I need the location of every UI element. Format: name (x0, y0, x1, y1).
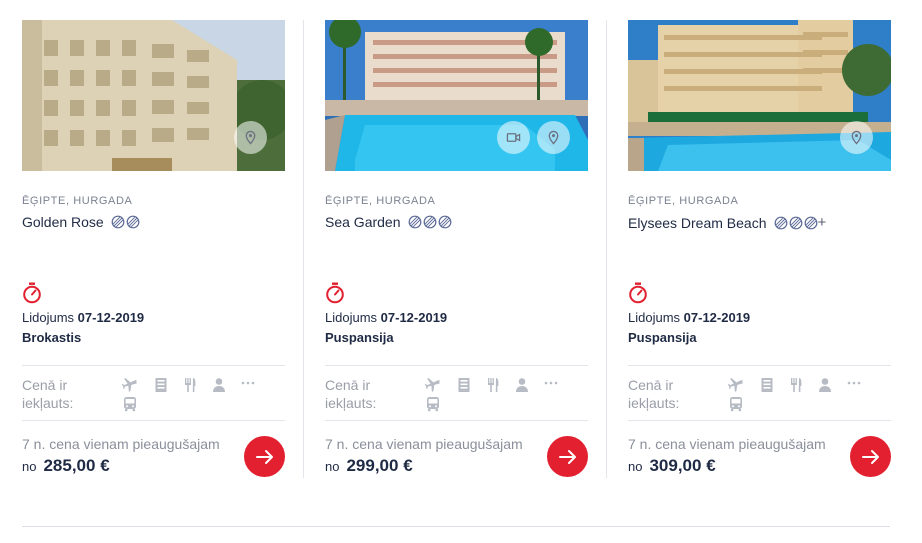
hotel-location: ĒĢIPTE, HURGADA (22, 195, 133, 207)
rating-circle-icon (438, 215, 451, 229)
price: no 285,00 € (22, 456, 110, 475)
price-label: 7 n. cena vienam pieaugušajam (22, 436, 220, 452)
price-value: 299,00 € (346, 456, 413, 475)
bus-icon (427, 397, 439, 412)
map-pin-button[interactable] (234, 121, 267, 154)
hotel-photo[interactable] (325, 20, 588, 171)
video-icon (506, 133, 521, 142)
hotel-name[interactable]: Sea Garden (325, 214, 401, 230)
hotel-photo[interactable] (628, 20, 891, 171)
meals-icon (791, 378, 802, 392)
board-type: Brokastis (22, 330, 82, 345)
rating-circle-icon (408, 215, 421, 229)
map-pin-icon (548, 130, 559, 145)
price-label: 7 n. cena vienam pieaugušajam (628, 436, 826, 452)
hotel-rating (111, 215, 140, 229)
hotel-offers-list: ĒĢIPTE, HURGADA Golden Rose Lidojums 07-… (0, 0, 922, 480)
view-offer-button[interactable] (547, 436, 588, 477)
section-divider (22, 526, 890, 527)
view-offer-button[interactable] (850, 436, 891, 477)
card-separator (303, 20, 304, 478)
stopwatch-icon (326, 282, 344, 304)
rating-circle-icon (804, 216, 817, 229)
stopwatch-icon (629, 282, 647, 304)
divider (325, 420, 588, 421)
more-icon (544, 381, 558, 385)
divider (628, 420, 891, 421)
hotel-photo[interactable] (22, 20, 285, 171)
bus-icon (124, 397, 136, 412)
map-pin-button[interactable] (840, 121, 873, 154)
airplane-icon (122, 378, 137, 392)
meals-icon (185, 378, 196, 392)
hotel-name[interactable]: Golden Rose (22, 214, 104, 230)
board-type: Puspansija (325, 330, 394, 345)
person-icon (516, 378, 528, 392)
price-value: 285,00 € (43, 456, 110, 475)
hotel-rating (408, 215, 452, 229)
meals-icon (488, 378, 499, 392)
view-offer-button[interactable] (244, 436, 285, 477)
divider (22, 365, 285, 366)
rating-circle-icon (774, 216, 787, 229)
price: no 299,00 € (325, 456, 413, 475)
board-type: Puspansija (628, 330, 697, 345)
map-pin-icon (851, 130, 862, 145)
price: no 309,00 € (628, 456, 716, 475)
airplane-icon (728, 378, 743, 392)
arrow-right-icon (861, 449, 879, 464)
hotel-card[interactable]: ĒĢIPTE, HURGADA Elysees Dream Beach + Li… (628, 20, 891, 480)
bus-icon (730, 397, 742, 412)
flight-date: Lidojums 07-12-2019 (325, 310, 448, 325)
hotel-icon (458, 378, 470, 392)
rating-circle-icon (126, 215, 140, 229)
hotel-icon (761, 378, 773, 392)
hotel-icon (155, 378, 167, 392)
person-icon (819, 378, 831, 392)
flight-date: Lidojums 07-12-2019 (22, 310, 145, 325)
arrow-right-icon (558, 449, 576, 464)
divider (22, 420, 285, 421)
hotel-rating: + (774, 214, 827, 231)
divider (628, 365, 891, 366)
stopwatch-icon (23, 282, 41, 304)
price-value: 309,00 € (649, 456, 716, 475)
hotel-card[interactable]: ĒĢIPTE, HURGADA Golden Rose Lidojums 07-… (22, 20, 285, 480)
included-label: Cenā ir iekļauts: (22, 377, 74, 411)
video-button[interactable] (497, 121, 530, 154)
more-icon (241, 381, 255, 385)
card-separator (606, 20, 607, 478)
rating-circle-icon (789, 216, 802, 229)
divider (325, 365, 588, 366)
hotel-location: ĒĢIPTE, HURGADA (325, 195, 436, 207)
person-icon (213, 378, 225, 392)
airplane-icon (425, 378, 440, 392)
price-label: 7 n. cena vienam pieaugušajam (325, 436, 523, 452)
more-icon (847, 381, 861, 385)
hotel-card[interactable]: ĒĢIPTE, HURGADA Sea Garden Lidojums 07-1… (325, 20, 588, 480)
rating-circle-icon (111, 215, 125, 229)
rating-circle-icon (423, 215, 436, 229)
arrow-right-icon (255, 449, 273, 464)
flight-date: Lidojums 07-12-2019 (628, 310, 751, 325)
included-label: Cenā ir iekļauts: (325, 377, 377, 411)
rating-plus: + (817, 214, 827, 231)
hotel-name[interactable]: Elysees Dream Beach (628, 215, 767, 231)
map-pin-button[interactable] (537, 121, 570, 154)
hotel-location: ĒĢIPTE, HURGADA (628, 195, 739, 207)
included-label: Cenā ir iekļauts: (628, 377, 680, 411)
map-pin-icon (245, 130, 256, 145)
